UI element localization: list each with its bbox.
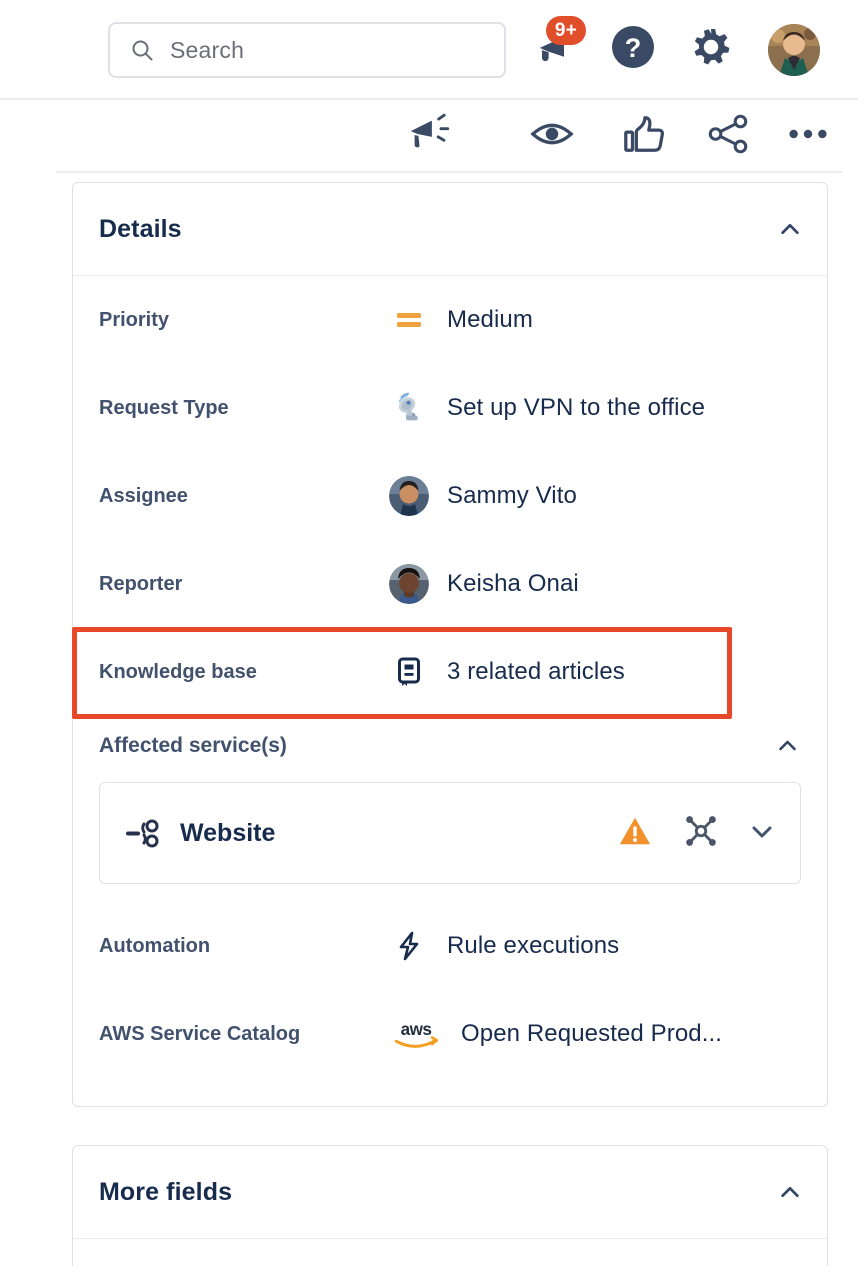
page-title: Details	[99, 214, 182, 243]
field-value-reporter[interactable]: Keisha Onai	[389, 564, 579, 604]
affected-services-title: Affected service(s)	[99, 734, 287, 757]
assignee-value-text: Sammy Vito	[447, 482, 577, 509]
field-row-request-type[interactable]: Request Type Set up VPN to the office	[73, 364, 827, 452]
field-label-request-type: Request Type	[99, 397, 229, 419]
like-thumbs-up-icon	[621, 111, 667, 162]
chevron-up-icon[interactable]	[777, 735, 799, 757]
details-fields: Priority Medium Request Type Set up VPN …	[73, 276, 827, 1078]
field-label-aws-service-catalog: AWS Service Catalog	[99, 1023, 301, 1045]
aws-logo-icon: aws	[389, 1014, 443, 1054]
more-actions-icon	[785, 111, 831, 162]
details-card: Details Priority Medium Request Type Set…	[72, 182, 828, 1107]
chevron-up-icon[interactable]	[779, 218, 801, 240]
field-row-aws-service-catalog[interactable]: AWS Service Catalog aws Open Requested P…	[73, 990, 827, 1078]
field-value-priority[interactable]: Medium	[389, 300, 533, 340]
help-question-icon: ?	[611, 25, 655, 74]
notifications-button[interactable]: 9+	[530, 16, 586, 74]
announce-megaphone-icon	[406, 111, 452, 162]
service-name-text: Website	[180, 818, 276, 847]
warning-triangle-icon[interactable]	[618, 814, 652, 853]
priority-value-text: Medium	[447, 306, 533, 333]
satellite-dish-icon	[389, 388, 429, 428]
help-button[interactable]: ?	[610, 25, 656, 74]
automation-bolt-icon	[389, 926, 429, 966]
field-label-reporter: Reporter	[99, 573, 183, 595]
reporter-value-text: Keisha Onai	[447, 570, 579, 597]
field-value-request-type[interactable]: Set up VPN to the office	[389, 388, 705, 428]
assignee-avatar	[389, 476, 429, 516]
share-icon	[705, 111, 751, 162]
field-label-assignee: Assignee	[99, 485, 188, 507]
field-row-automation[interactable]: Automation Rule executions	[73, 902, 827, 990]
field-row-knowledge-base[interactable]: Knowledge base 3 related articles	[73, 628, 827, 716]
share-button[interactable]	[704, 112, 752, 160]
profile-avatar-button[interactable]	[768, 24, 820, 76]
reporter-avatar	[389, 564, 429, 604]
action-toolbar	[0, 100, 858, 172]
knowledge-base-value-text: 3 related articles	[447, 658, 625, 685]
search-input[interactable]: Search	[108, 22, 506, 78]
field-value-knowledge-base[interactable]: 3 related articles	[389, 652, 625, 692]
notification-badge: 9+	[546, 16, 586, 45]
more-actions-button[interactable]	[784, 112, 832, 160]
service-card-website[interactable]: Website	[99, 782, 801, 884]
aws-service-catalog-value-text: Open Requested Prod...	[461, 1020, 723, 1047]
field-row-reporter[interactable]: Reporter Keisha Onai	[73, 540, 827, 628]
field-value-aws-service-catalog[interactable]: aws Open Requested Prod...	[389, 1014, 722, 1054]
more-fields-card-header[interactable]: More fields	[73, 1146, 827, 1239]
field-label-priority: Priority	[99, 309, 170, 331]
watch-button[interactable]	[528, 112, 576, 160]
field-value-assignee[interactable]: Sammy Vito	[389, 476, 577, 516]
field-label-automation: Automation	[99, 935, 211, 957]
top-header-bar: Search 9+ ?	[0, 0, 858, 100]
svg-text:aws: aws	[401, 1020, 432, 1039]
watch-eye-icon	[529, 111, 575, 162]
search-placeholder-text: Search	[170, 36, 245, 63]
affected-services-header[interactable]: Affected service(s)	[73, 716, 827, 768]
more-fields-title: More fields	[99, 1177, 233, 1206]
settings-button[interactable]	[688, 26, 734, 72]
service-branch-icon	[122, 813, 162, 853]
svg-text:?: ?	[625, 33, 642, 63]
field-value-automation[interactable]: Rule executions	[389, 926, 619, 966]
chevron-up-icon[interactable]	[779, 1181, 801, 1203]
request-type-value-text: Set up VPN to the office	[447, 394, 706, 421]
dependency-graph-icon[interactable]	[682, 812, 720, 855]
knowledge-base-book-icon	[389, 652, 429, 692]
field-row-priority[interactable]: Priority Medium	[73, 276, 827, 364]
gear-icon	[689, 25, 733, 74]
priority-medium-icon	[389, 300, 429, 340]
service-actions	[618, 812, 774, 855]
search-icon	[130, 38, 154, 62]
more-fields-card: More fields	[72, 1145, 828, 1266]
like-button[interactable]	[620, 112, 668, 160]
details-card-header[interactable]: Details	[73, 183, 827, 276]
field-row-assignee[interactable]: Assignee Sammy Vito	[73, 452, 827, 540]
automation-value-text: Rule executions	[447, 932, 620, 959]
chevron-down-icon[interactable]	[750, 819, 774, 848]
field-label-knowledge-base: Knowledge base	[99, 661, 257, 683]
announce-megaphone-button[interactable]	[405, 112, 453, 160]
toolbar-divider	[56, 171, 842, 173]
avatar	[768, 24, 820, 76]
